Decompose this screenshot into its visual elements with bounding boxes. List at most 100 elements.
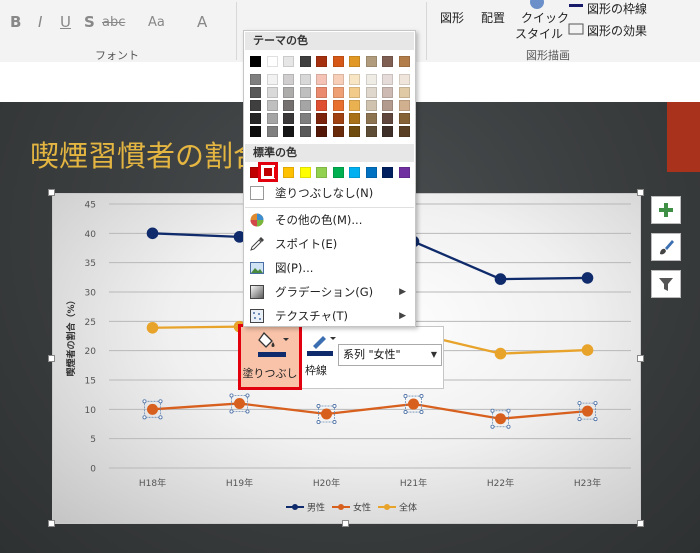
theme-shade-swatch[interactable] [266, 74, 278, 85]
theme-shade-swatch[interactable] [382, 126, 393, 137]
theme-color-swatch[interactable] [299, 56, 311, 67]
standard-color-swatch[interactable] [349, 167, 360, 178]
underline-button[interactable]: U [60, 13, 71, 31]
chart-elements-button[interactable] [651, 196, 681, 224]
theme-shade-swatch[interactable] [398, 87, 410, 98]
theme-shade-swatch[interactable] [398, 74, 410, 85]
theme-shade-swatch[interactable] [283, 113, 294, 124]
theme-shade-swatch[interactable] [266, 100, 278, 111]
char-spacing-button[interactable]: abc [102, 15, 125, 30]
theme-shade-swatch[interactable] [299, 87, 311, 98]
theme-color-swatch[interactable] [349, 56, 360, 67]
theme-shade-swatch[interactable] [382, 74, 393, 85]
standard-color-swatch[interactable] [365, 167, 377, 178]
chart-filters-button[interactable] [651, 270, 681, 298]
standard-color-swatch[interactable] [398, 167, 410, 178]
gradient-item[interactable]: グラデーション(G) ▶ [244, 281, 415, 303]
standard-color-swatch[interactable] [316, 167, 327, 178]
standard-color-swatch[interactable] [332, 167, 344, 178]
series-select[interactable]: 系列 "女性" ▼ [338, 344, 442, 366]
theme-shade-swatch[interactable] [332, 126, 344, 137]
resize-handle[interactable] [637, 520, 644, 527]
theme-shade-swatch[interactable] [283, 87, 294, 98]
quick-style-button[interactable]: クイック [521, 9, 569, 26]
theme-shade-swatch[interactable] [365, 113, 377, 124]
theme-shade-swatch[interactable] [398, 100, 410, 111]
theme-shade-swatch[interactable] [250, 74, 261, 85]
theme-color-swatch[interactable] [316, 56, 327, 67]
shadow-button[interactable]: S [84, 13, 95, 31]
theme-shade-swatch[interactable] [332, 100, 344, 111]
theme-shade-swatch[interactable] [349, 113, 360, 124]
resize-handle[interactable] [48, 520, 55, 527]
resize-handle[interactable] [48, 355, 55, 362]
standard-color-swatch[interactable] [382, 167, 393, 178]
theme-shade-swatch[interactable] [266, 126, 278, 137]
theme-shade-swatch[interactable] [349, 74, 360, 85]
theme-color-swatch[interactable] [365, 56, 377, 67]
outline-label[interactable]: 枠線 [305, 362, 327, 378]
theme-shade-swatch[interactable] [398, 113, 410, 124]
theme-shade-swatch[interactable] [316, 113, 327, 124]
theme-color-swatch[interactable] [398, 56, 410, 67]
picture-fill-item[interactable]: 図(P)... [244, 257, 415, 279]
theme-shade-swatch[interactable] [250, 126, 261, 137]
theme-shade-swatch[interactable] [316, 126, 327, 137]
theme-shade-swatch[interactable] [283, 100, 294, 111]
change-case-button[interactable]: Aa [148, 15, 165, 30]
theme-shade-swatch[interactable] [316, 74, 327, 85]
fill-button[interactable]: 塗りつぶし [238, 324, 302, 390]
theme-shade-swatch[interactable] [316, 87, 327, 98]
theme-shade-swatch[interactable] [266, 113, 278, 124]
theme-color-swatch[interactable] [382, 56, 393, 67]
pen-icon[interactable] [305, 330, 339, 358]
texture-item[interactable]: テクスチャ(T) ▶ [244, 305, 415, 327]
standard-color-swatch[interactable] [299, 167, 311, 178]
chart-styles-button[interactable] [651, 233, 681, 261]
theme-shade-swatch[interactable] [299, 100, 311, 111]
shape-button[interactable]: 図形 [440, 9, 464, 26]
theme-shade-swatch[interactable] [299, 126, 311, 137]
theme-color-swatch[interactable] [250, 56, 261, 67]
resize-handle[interactable] [342, 520, 349, 527]
theme-shade-swatch[interactable] [382, 100, 393, 111]
theme-shade-swatch[interactable] [349, 100, 360, 111]
theme-shade-swatch[interactable] [365, 100, 377, 111]
theme-shade-swatch[interactable] [332, 113, 344, 124]
theme-shade-swatch[interactable] [365, 126, 377, 137]
theme-shade-swatch[interactable] [349, 87, 360, 98]
theme-color-swatch[interactable] [283, 56, 294, 67]
bold-button[interactable]: B [10, 13, 21, 31]
theme-shade-swatch[interactable] [250, 100, 261, 111]
theme-shade-swatch[interactable] [365, 87, 377, 98]
theme-shade-swatch[interactable] [398, 126, 410, 137]
shape-outline-button[interactable]: 図形の枠線 [587, 0, 647, 17]
theme-shade-swatch[interactable] [250, 113, 261, 124]
eyedropper-item[interactable]: スポイト(E) [244, 233, 415, 255]
selected-color-swatch[interactable] [262, 166, 274, 178]
theme-color-swatch[interactable] [332, 56, 344, 67]
theme-color-swatch[interactable] [266, 56, 278, 67]
more-colors-item[interactable]: その他の色(M)... [244, 209, 415, 231]
theme-shade-swatch[interactable] [299, 74, 311, 85]
theme-shade-swatch[interactable] [266, 87, 278, 98]
theme-shade-swatch[interactable] [382, 113, 393, 124]
no-fill-item[interactable]: 塗りつぶしなし(N) [244, 182, 415, 204]
theme-shade-swatch[interactable] [316, 100, 327, 111]
shape-effects-button[interactable]: 図形の効果 [587, 22, 647, 39]
italic-button[interactable]: I [38, 13, 42, 31]
theme-shade-swatch[interactable] [365, 74, 377, 85]
arrange-button[interactable]: 配置 [481, 9, 505, 26]
resize-handle[interactable] [637, 355, 644, 362]
theme-shade-swatch[interactable] [283, 74, 294, 85]
resize-handle[interactable] [48, 189, 55, 196]
theme-shade-swatch[interactable] [283, 126, 294, 137]
theme-shade-swatch[interactable] [250, 87, 261, 98]
slide-title[interactable]: 喫煙習慣者の割合 [30, 133, 262, 175]
resize-handle[interactable] [637, 189, 644, 196]
theme-shade-swatch[interactable] [349, 126, 360, 137]
standard-color-swatch[interactable] [283, 167, 294, 178]
theme-shade-swatch[interactable] [332, 74, 344, 85]
theme-shade-swatch[interactable] [299, 113, 311, 124]
theme-shade-swatch[interactable] [332, 87, 344, 98]
